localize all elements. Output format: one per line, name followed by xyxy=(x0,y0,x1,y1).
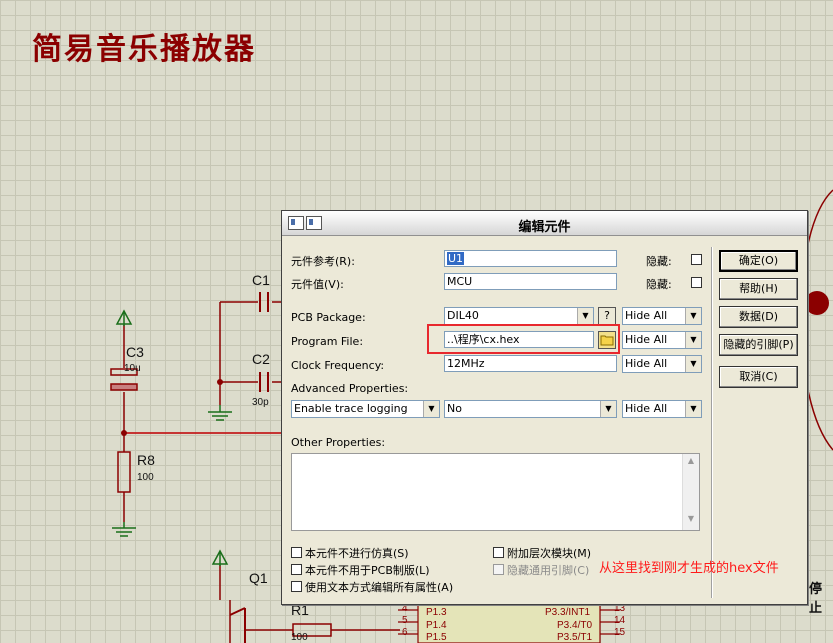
chevron-down-icon: ▼ xyxy=(685,356,701,372)
c1-label: C1 xyxy=(252,272,270,288)
hide-value-checkbox[interactable] xyxy=(691,277,702,288)
advanced-value: No xyxy=(447,402,462,415)
r8-value: 100 xyxy=(137,472,154,483)
pcb-package-help-button[interactable]: ? xyxy=(598,307,616,325)
exclude-simulation-label: 本元件不进行仿真(S) xyxy=(305,547,409,560)
hidden-label: 隐藏: xyxy=(646,255,672,268)
stop-label: 停止 xyxy=(809,581,823,615)
advanced-property-value: Enable trace logging xyxy=(294,402,408,415)
clock-visibility-value: Hide All xyxy=(625,357,668,370)
chevron-down-icon: ▼ xyxy=(600,401,616,417)
part-reference-label: 元件参考(R): xyxy=(291,255,355,268)
hide-common-pins-checkbox[interactable] xyxy=(493,564,504,575)
annotation-highlight-box xyxy=(427,324,620,354)
chevron-down-icon: ▼ xyxy=(685,401,701,417)
pin-number: 5 xyxy=(402,615,408,626)
edit-component-dialog: 编辑元件 元件参考(R): U1 隐藏: 元件值(V): MCU 隐藏: PCB… xyxy=(281,210,808,605)
r1-value: 100 xyxy=(291,632,308,643)
other-properties-label: Other Properties: xyxy=(291,436,386,449)
dialog-titlebar[interactable]: 编辑元件 xyxy=(282,211,807,236)
cancel-button[interactable]: 取消(C) xyxy=(719,366,798,388)
exclude-pcb-label: 本元件不用于PCB制版(L) xyxy=(305,564,430,577)
c2-label: C2 xyxy=(252,351,270,367)
edit-as-text-label: 使用文本方式编辑所有属性(A) xyxy=(305,581,454,594)
annotation-note: 从这里找到刚才生成的hex文件 xyxy=(599,561,779,576)
advanced-value-select[interactable]: No ▼ xyxy=(444,400,617,418)
pcb-visibility-select[interactable]: Hide All ▼ xyxy=(622,307,702,325)
attach-hierarchy-checkbox[interactable] xyxy=(493,547,504,558)
help-button[interactable]: 帮助(H) xyxy=(719,278,798,300)
pin-name: P1.5 xyxy=(426,632,447,643)
data-button[interactable]: 数据(D) xyxy=(719,306,798,328)
pcb-package-label: PCB Package: xyxy=(291,311,366,324)
attach-hierarchy-label: 附加层次模块(M) xyxy=(507,547,592,560)
exclude-pcb-checkbox[interactable] xyxy=(291,564,302,575)
chevron-down-icon: ▼ xyxy=(685,308,701,324)
part-reference-value: U1 xyxy=(447,252,465,265)
clock-frequency-field[interactable]: 12MHz xyxy=(444,355,617,372)
pcb-visibility-value: Hide All xyxy=(625,309,668,322)
c3-value: 10u xyxy=(124,363,141,374)
pcb-package-select[interactable]: DIL40 ▼ xyxy=(444,307,594,325)
advanced-visibility-value: Hide All xyxy=(625,402,668,415)
r8-label: R8 xyxy=(137,452,155,468)
pin-name: P3.4/T0 xyxy=(557,620,593,631)
pin-number: 15 xyxy=(614,627,626,638)
c2-value: 30p xyxy=(252,397,269,408)
hide-reference-checkbox[interactable] xyxy=(691,254,702,265)
exclude-simulation-checkbox[interactable] xyxy=(291,547,302,558)
hide-common-pins-label: 隐藏通用引脚(C) xyxy=(507,564,590,577)
part-reference-field[interactable]: U1 xyxy=(444,250,617,267)
q1-label: Q1 xyxy=(249,570,268,586)
chevron-down-icon: ▼ xyxy=(577,308,593,324)
chevron-down-icon: ▼ xyxy=(423,401,439,417)
dialog-title: 编辑元件 xyxy=(518,220,571,235)
pin-name: P1.3 xyxy=(426,607,447,618)
program-file-visibility-select[interactable]: Hide All ▼ xyxy=(622,331,702,349)
clock-visibility-select[interactable]: Hide All ▼ xyxy=(622,355,702,373)
pin-number: 14 xyxy=(614,615,626,626)
pin-number: 6 xyxy=(402,627,408,638)
chevron-down-icon: ▼ xyxy=(685,332,701,348)
textarea-scrollbar[interactable]: ▲ ▼ xyxy=(682,454,699,530)
canvas-title: 简易音乐播放器 xyxy=(32,32,256,67)
scroll-up-icon[interactable]: ▲ xyxy=(683,456,699,470)
pin-name: P1.4 xyxy=(426,620,447,631)
hidden-label: 隐藏: xyxy=(646,278,672,291)
part-value-label: 元件值(V): xyxy=(291,278,344,291)
pcb-package-value: DIL40 xyxy=(447,309,479,322)
program-file-label: Program File: xyxy=(291,335,364,348)
hidden-pins-button[interactable]: 隐藏的引脚(P) xyxy=(719,334,798,356)
c3-label: C3 xyxy=(126,344,144,360)
advanced-properties-label: Advanced Properties: xyxy=(291,382,409,395)
pin-name: P3.3/INT1 xyxy=(545,607,591,618)
clock-frequency-label: Clock Frequency: xyxy=(291,359,385,372)
advanced-property-select[interactable]: Enable trace logging ▼ xyxy=(291,400,440,418)
advanced-visibility-select[interactable]: Hide All ▼ xyxy=(622,400,702,418)
dialog-separator xyxy=(711,247,713,598)
other-properties-textarea[interactable]: ▲ ▼ xyxy=(291,453,700,531)
edit-as-text-checkbox[interactable] xyxy=(291,581,302,592)
ok-button[interactable]: 确定(O) xyxy=(719,250,798,272)
scroll-down-icon[interactable]: ▼ xyxy=(683,514,699,528)
program-file-visibility-value: Hide All xyxy=(625,333,668,346)
pin-name: P3.5/T1 xyxy=(557,632,593,643)
part-value-field[interactable]: MCU xyxy=(444,273,617,290)
